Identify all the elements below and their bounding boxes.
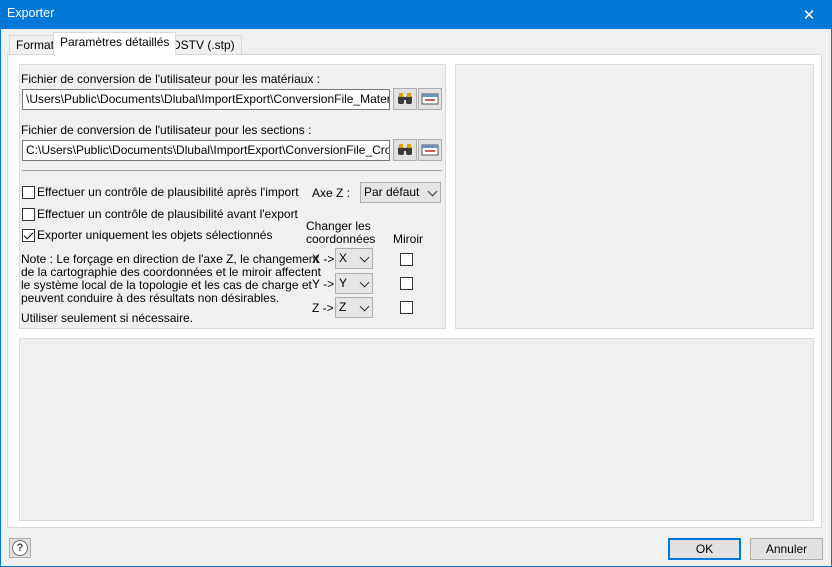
chevron-down-icon <box>359 301 370 312</box>
ok-button[interactable]: OK <box>668 538 741 560</box>
selected-only-checkbox[interactable] <box>22 229 35 242</box>
coord-x-select[interactable]: X <box>335 248 373 269</box>
mirror-x-checkbox[interactable] <box>400 253 413 266</box>
axis-z-label: Axe Z : <box>312 186 351 200</box>
sections-file-input[interactable]: C:\Users\Public\Documents\Dlubal\ImportE… <box>22 140 390 161</box>
selected-only-label[interactable]: Exporter uniquement les objets sélection… <box>37 228 272 242</box>
tab-parametres-detailles-label: Paramètres détaillés <box>60 35 170 49</box>
coords-header-line1: Changer les <box>306 219 371 233</box>
ok-button-label: OK <box>695 542 714 556</box>
tab-dstv-label: DSTV (.stp) <box>172 38 235 52</box>
mirror-header: Miroir <box>393 232 423 246</box>
sections-file-label: Fichier de conversion de l'utilisateur p… <box>21 123 312 137</box>
coord-y-select[interactable]: Y <box>335 273 373 294</box>
help-icon: ? <box>12 540 28 556</box>
separator <box>22 170 442 171</box>
info-panel <box>19 338 814 521</box>
note-line-4: peuvent conduire à des résultats non dés… <box>21 291 280 305</box>
window-border-left <box>0 29 1 567</box>
preview-panel <box>455 64 814 329</box>
coord-z-value: Z <box>339 300 347 314</box>
note-caution: Utiliser seulement si nécessaire. <box>21 311 194 325</box>
tab-format-label: Format <box>16 38 55 52</box>
axis-z-value: Par défaut <box>364 185 420 199</box>
materials-browse-button[interactable] <box>393 88 417 110</box>
coord-x-label: X -> <box>312 252 335 266</box>
edit-file-icon <box>421 144 439 156</box>
window-title: Exporter <box>7 6 55 20</box>
coords-header-line2: coordonnées <box>306 232 376 246</box>
binoculars-icon <box>398 144 412 155</box>
title-bar: Exporter ✕ <box>0 0 832 29</box>
tab-dstv[interactable]: DSTV (.stp) <box>165 35 242 55</box>
cancel-button-label: Annuler <box>765 542 808 556</box>
coord-y-label: Y -> <box>312 277 335 291</box>
edit-file-icon <box>421 93 439 105</box>
mirror-z-checkbox[interactable] <box>400 301 413 314</box>
materials-file-input[interactable]: \Users\Public\Documents\Dlubal\ImportExp… <box>22 89 390 110</box>
axis-z-select[interactable]: Par défaut <box>360 182 441 203</box>
binoculars-icon <box>398 93 412 104</box>
materials-file-label: Fichier de conversion de l'utilisateur p… <box>21 72 321 86</box>
chevron-down-icon <box>359 252 370 263</box>
sections-browse-button[interactable] <box>393 139 417 161</box>
cancel-button[interactable]: Annuler <box>750 538 823 560</box>
coord-z-label: Z -> <box>312 301 334 315</box>
mirror-y-checkbox[interactable] <box>400 277 413 290</box>
check-import-label[interactable]: Effectuer un contrôle de plausibilité ap… <box>37 185 299 199</box>
coord-x-value: X <box>339 251 348 265</box>
coord-y-value: Y <box>339 276 348 290</box>
chevron-down-icon <box>427 186 438 197</box>
close-icon: ✕ <box>802 6 816 24</box>
coord-z-select[interactable]: Z <box>335 297 373 318</box>
check-export-label[interactable]: Effectuer un contrôle de plausibilité av… <box>37 207 298 221</box>
help-button[interactable]: ? <box>9 538 31 558</box>
sections-edit-button[interactable] <box>418 139 442 161</box>
check-import-checkbox[interactable] <box>22 186 35 199</box>
tab-parametres-detailles[interactable]: Paramètres détaillés <box>53 32 177 55</box>
check-export-checkbox[interactable] <box>22 208 35 221</box>
chevron-down-icon <box>359 277 370 288</box>
materials-edit-button[interactable] <box>418 88 442 110</box>
close-button[interactable]: ✕ <box>786 0 832 29</box>
